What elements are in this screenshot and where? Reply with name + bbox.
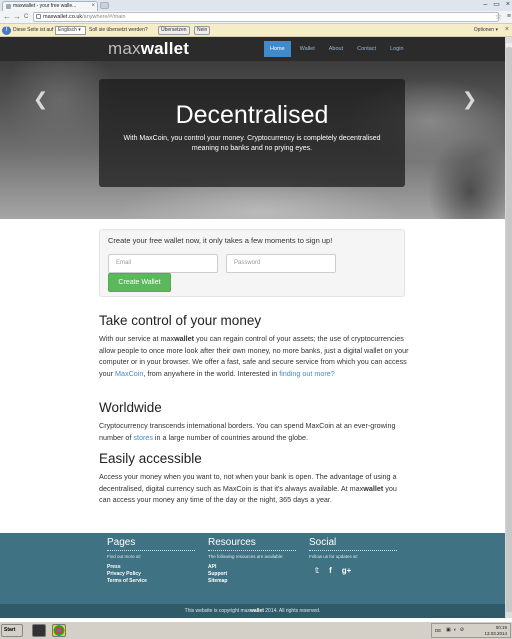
- page-scrollbar[interactable]: [505, 37, 512, 618]
- finding-out-more-link[interactable]: finding out more?: [279, 369, 335, 378]
- footer-resources: Resources The following resources are av…: [208, 537, 296, 585]
- nav-home[interactable]: Home: [264, 41, 291, 57]
- section-control: Take control of your money With our serv…: [99, 313, 409, 379]
- footer-subtext: Find out more at:: [107, 554, 142, 559]
- start-button[interactable]: Start: [1, 624, 23, 637]
- site-nav-links: Home Wallet About Contact Login: [264, 41, 413, 57]
- browser-tab[interactable]: maxwallet - your free walle... ×: [2, 1, 98, 11]
- section-text: Cryptocurrency transcends international …: [99, 421, 396, 442]
- reload-icon[interactable]: C: [24, 12, 28, 22]
- terms-of-service-link[interactable]: Terms of Service: [107, 578, 195, 585]
- page-icon: [36, 14, 41, 19]
- language-indicator[interactable]: DE: [435, 628, 441, 633]
- volume-icon[interactable]: ◐: [454, 627, 457, 633]
- footer-heading: Social: [309, 537, 397, 551]
- translate-infobar: T Diese Seite ist auf Englisch ▾ Soll si…: [0, 24, 512, 37]
- section-title: Easily accessible: [99, 451, 202, 466]
- translate-options[interactable]: Optionen ▾: [474, 27, 498, 34]
- no-translate-button[interactable]: Nein: [194, 26, 211, 35]
- section-accessible: Easily accessible Access your money when…: [99, 451, 409, 506]
- hero-text: With MaxCoin, you control your money. Cr…: [123, 135, 381, 152]
- section-title: Worldwide: [99, 400, 162, 415]
- footer-subtext: Follow us for updates at:: [309, 554, 359, 559]
- copyright-bar: This website is copyright maxwallet 2014…: [0, 604, 505, 618]
- section-text: Access your money when you want to, not …: [99, 472, 397, 504]
- hero-title: Decentralised: [175, 101, 329, 129]
- privacy-policy-link[interactable]: Privacy Policy: [107, 571, 195, 578]
- maxcoin-link[interactable]: MaxCoin: [115, 369, 143, 378]
- support-link[interactable]: Support: [208, 571, 296, 578]
- hero-carousel: ❮ ❯ Decentralised With MaxCoin, you cont…: [0, 61, 505, 219]
- nav-wallet[interactable]: Wallet: [295, 41, 320, 57]
- scroll-up-icon[interactable]: [506, 37, 512, 43]
- window-controls: – ▭ ×: [483, 0, 510, 10]
- url-domain: maxwallet.co.uk: [43, 14, 83, 20]
- back-icon[interactable]: ←: [3, 12, 11, 22]
- signup-title: Create your free wallet now, it only tak…: [108, 236, 333, 245]
- section-title: Take control of your money: [99, 313, 262, 328]
- minimize-icon[interactable]: –: [483, 0, 487, 10]
- site-navbar: maxwallet Home Wallet About Contact Logi…: [0, 37, 505, 61]
- nav-contact[interactable]: Contact: [352, 41, 381, 57]
- close-window-icon[interactable]: ×: [506, 0, 510, 10]
- create-wallet-button[interactable]: Create Wallet: [108, 273, 171, 292]
- url-input[interactable]: maxwallet.co.uk/anywhere/#/main: [33, 12, 499, 22]
- email-field[interactable]: Email: [108, 254, 218, 273]
- tab-title: maxwallet - your free walle...: [13, 3, 77, 9]
- site-logo[interactable]: maxwallet: [108, 39, 189, 59]
- footer-social: Social Follow us for updates at: 𝕥 f g+: [309, 537, 397, 575]
- section-worldwide: Worldwide Cryptocurrency transcends inte…: [99, 400, 409, 443]
- browser-menu-icon[interactable]: ≡: [507, 12, 511, 22]
- nav-login[interactable]: Login: [385, 41, 408, 57]
- language-select[interactable]: Englisch ▾: [55, 26, 86, 35]
- footer-heading: Pages: [107, 537, 195, 551]
- address-bar-row: ← → C maxwallet.co.uk/anywhere/#/main ☆ …: [0, 11, 512, 24]
- url-path: /anywhere/#/main: [82, 14, 126, 20]
- stores-link[interactable]: stores: [133, 433, 153, 442]
- forward-icon[interactable]: →: [13, 12, 21, 22]
- sitemap-link[interactable]: Sitemap: [208, 578, 296, 585]
- facebook-icon[interactable]: f: [329, 566, 332, 575]
- scroll-thumb[interactable]: [506, 47, 512, 613]
- maximize-icon[interactable]: ▭: [493, 0, 500, 10]
- scroll-down-icon[interactable]: [506, 612, 512, 618]
- twitter-icon[interactable]: 𝕥: [315, 566, 319, 575]
- translate-close-icon[interactable]: ×: [505, 26, 509, 34]
- favicon-icon: [6, 4, 11, 9]
- site-footer: Pages Find out more at: Press Privacy Po…: [0, 533, 505, 604]
- translate-question: Soll sie übersetzt werden?: [89, 27, 148, 33]
- carousel-next-icon[interactable]: ❯: [462, 89, 477, 109]
- footer-heading: Resources: [208, 537, 296, 551]
- new-tab-button[interactable]: [100, 2, 109, 9]
- chrome-icon[interactable]: [52, 624, 66, 637]
- api-link[interactable]: API: [208, 564, 296, 571]
- browser-tab-strip: maxwallet - your free walle... × – ▭ ×: [0, 0, 512, 11]
- press-link[interactable]: Press: [107, 564, 195, 571]
- footer-pages: Pages Find out more at: Press Privacy Po…: [107, 537, 195, 585]
- nav-about[interactable]: About: [324, 41, 348, 57]
- tab-close-icon[interactable]: ×: [91, 2, 95, 11]
- googleplus-icon[interactable]: g+: [342, 566, 352, 575]
- bookmark-star-icon[interactable]: ☆: [495, 12, 502, 22]
- os-taskbar: Start DE ▣ ◐ ⊘ 00:19 13.03.2014: [0, 621, 512, 639]
- security-icon[interactable]: ⊘: [460, 627, 464, 633]
- footer-subtext: The following resources are available:: [208, 554, 284, 559]
- desktop-icon[interactable]: [32, 624, 46, 637]
- section-text: With our service at maxwallet you can re…: [99, 334, 409, 378]
- translate-icon: T: [2, 26, 11, 35]
- translate-button[interactable]: Übersetzen: [158, 26, 190, 35]
- carousel-prev-icon[interactable]: ❮: [33, 89, 48, 109]
- network-icon[interactable]: ▣: [446, 627, 451, 633]
- system-tray: DE ▣ ◐ ⊘ 00:19 13.03.2014: [431, 623, 511, 638]
- hero-caption: Decentralised With MaxCoin, you control …: [99, 79, 405, 187]
- translate-prefix: Diese Seite ist auf: [13, 27, 54, 33]
- clock[interactable]: 00:19 13.03.2014: [484, 625, 507, 637]
- signup-panel: Create your free wallet now, it only tak…: [99, 229, 405, 297]
- password-field[interactable]: Password: [226, 254, 336, 273]
